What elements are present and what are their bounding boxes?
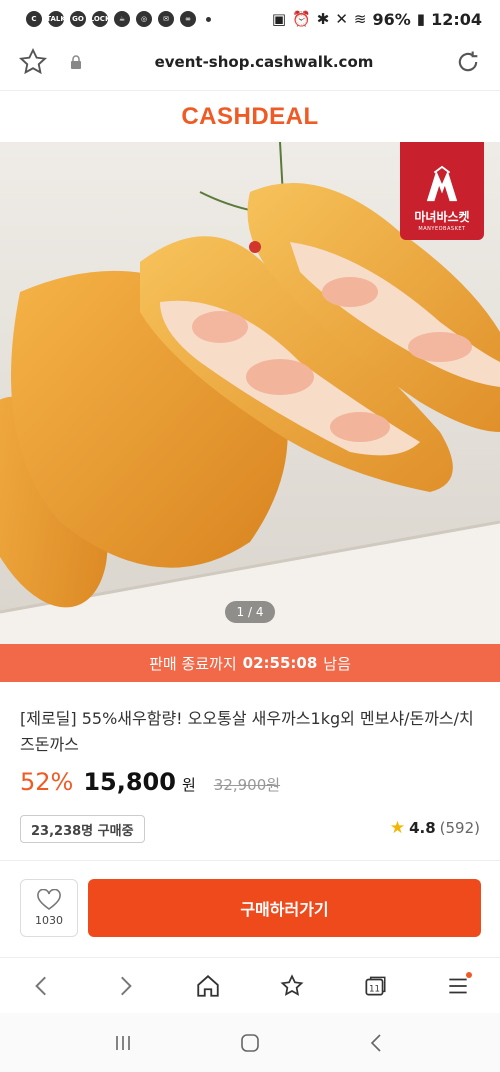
more-notifications-icon [206, 16, 211, 22]
price-row: 52% 15,800 원 32,900원 [20, 768, 280, 796]
recent-apps-icon [116, 1035, 131, 1050]
browser-toolbar: 11 [0, 957, 500, 1013]
bluetooth-icon: ✱ [316, 10, 330, 28]
reload-icon[interactable] [454, 48, 482, 76]
brand-badge-logo-icon [426, 165, 458, 202]
timer-label: 판매 종료까지 [149, 654, 237, 673]
tabs-icon: 11 [365, 976, 386, 996]
like-button[interactable]: 1030 [20, 879, 78, 937]
home-icon [197, 974, 219, 997]
original-price: 32,900원 [213, 776, 281, 794]
like-count: 1030 [35, 914, 63, 927]
bookmarks-button[interactable] [272, 966, 312, 1006]
android-back-button[interactable] [357, 1023, 397, 1063]
timer-value: 02:55:08 [242, 654, 318, 672]
back-button[interactable] [22, 966, 62, 1006]
heart-icon [37, 889, 61, 910]
chat-icon: ✉ [158, 11, 174, 27]
currency-label: 원 [181, 776, 196, 794]
recent-apps-button[interactable] [103, 1023, 143, 1063]
app-lock-icon: LOCK [90, 11, 110, 27]
brand-badge: 마녀바스켓 MANYEOBASKET [400, 142, 484, 240]
bookmarks-star-icon [280, 973, 304, 996]
instagram-icon: ◎ [136, 11, 152, 27]
timer-suffix: 남음 [323, 654, 351, 673]
status-bar-system: ▣ ⏰ ✱ ✕ ≋ 96% ▮ 12:04 [272, 10, 482, 29]
browser-url-bar: event-shop.cashwalk.com [0, 38, 500, 86]
chevron-left-icon [34, 976, 46, 995]
forward-button[interactable] [105, 966, 145, 1006]
android-home-icon [241, 1033, 259, 1052]
clock: 12:04 [431, 9, 482, 29]
status-bar: C TALK GO LOCK ☕ ◎ ✉ ∞ ▣ ⏰ ✱ ✕ ≋ 96% ▮ 1… [0, 0, 500, 38]
home-button[interactable] [188, 966, 228, 1006]
rating-count: (592) [439, 819, 480, 837]
menu-button[interactable] [438, 966, 478, 1006]
android-home-button[interactable] [230, 1023, 270, 1063]
android-back-icon [370, 1033, 381, 1052]
chevron-right-icon [121, 976, 132, 995]
divider [0, 860, 500, 861]
site-header: CASHDEAL [0, 90, 500, 142]
menu-notification-dot [466, 971, 473, 978]
battery-icon: ▮ [416, 10, 426, 28]
bookmark-star-icon[interactable] [18, 47, 48, 77]
buy-button[interactable]: 구매하러가기 [88, 879, 481, 937]
image-counter: 1 / 4 [225, 601, 275, 623]
cashdeal-logo[interactable]: CASHDEAL [181, 103, 318, 131]
brand-badge-name: 마녀바스켓 [414, 210, 470, 224]
rating-score: 4.8 [409, 819, 436, 837]
app-c-icon: C [26, 11, 42, 27]
app-go-icon: GO [70, 11, 86, 27]
brand-badge-sub: MANYEOBASKET [418, 226, 466, 232]
battery-level: 96% [372, 9, 411, 29]
status-bar-notifications: C TALK GO LOCK ☕ ◎ ✉ ∞ [26, 11, 211, 27]
lock-icon [71, 55, 81, 69]
coffee-icon: ☕ [114, 11, 130, 27]
url-text[interactable]: event-shop.cashwalk.com [84, 53, 444, 71]
alarm-icon: ⏰ [292, 10, 311, 28]
app-talk-icon: TALK [46, 11, 66, 27]
buyers-count-badge: 23,238명 구매중 [20, 815, 145, 843]
tab-count: 11 [369, 984, 380, 994]
sale-price: 15,800 [83, 768, 176, 796]
image-notification-icon: ▣ [271, 10, 287, 28]
product-rating[interactable]: ★ 4.8 (592) [390, 818, 480, 838]
star-icon: ★ [389, 818, 406, 838]
discount-rate: 52% [20, 768, 74, 796]
android-navigation-bar [0, 1013, 500, 1072]
product-title: [제로딜] 55%새우함량! 오오통살 새우까스1kg외 멘보샤/돈까스/치즈돈… [20, 709, 474, 754]
sale-timer-bar: 판매 종료까지 02:55:08 남음 [0, 644, 500, 682]
mute-icon: ✕ [335, 10, 348, 28]
wifi-icon: ≋ [353, 10, 367, 28]
tabs-button[interactable]: 11 [355, 966, 395, 1006]
link-icon: ∞ [180, 11, 196, 27]
